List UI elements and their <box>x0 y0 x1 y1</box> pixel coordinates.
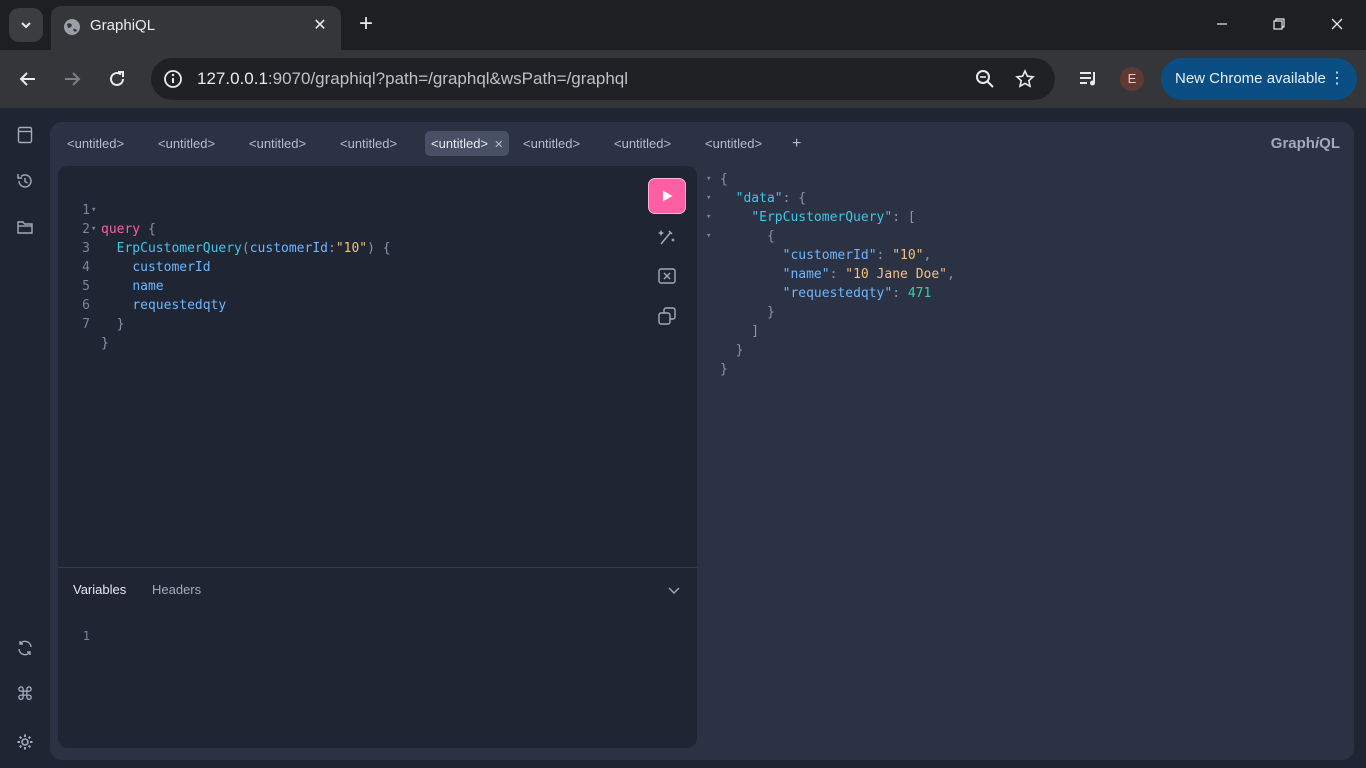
code-line: 1 ▾ query { <box>82 203 156 237</box>
copy-icon <box>658 307 676 325</box>
graphiql-sessions: <untitled> <untitled> <untitled> <untitl… <box>50 122 1354 760</box>
code-line: 6 } <box>82 298 125 332</box>
tab-headers[interactable]: Headers <box>152 582 201 597</box>
chevron-down-icon[interactable] <box>666 582 682 598</box>
back-button[interactable] <box>15 66 41 92</box>
copy-query-button[interactable] <box>657 306 677 326</box>
graphiql-app: ⌘ <untitled> <untitled> <untitled> <unti… <box>0 108 1366 768</box>
zoom-icon[interactable] <box>975 69 995 89</box>
address-bar[interactable]: 127.0.0.1:9070/graphiql?path=/graphql&ws… <box>151 58 1055 100</box>
result-line: ] <box>720 324 760 339</box>
arrow-left-icon <box>19 72 35 86</box>
code-line: 3 customerId <box>82 241 211 275</box>
result-line: "requestedqty": 471 <box>782 286 932 301</box>
result-viewer: ▾{ ▾ "data": { ▾ "ErpCustomerQuery": [ ▾… <box>706 166 1346 748</box>
url-text: 127.0.0.1:9070/graphiql?path=/graphql&ws… <box>197 69 629 88</box>
merge-fragments-button[interactable] <box>657 266 677 286</box>
prettify-button[interactable] <box>657 227 677 247</box>
result-line: ▾ { <box>706 229 775 244</box>
more-vert-icon[interactable]: ⋮ <box>1329 69 1345 89</box>
refresh-icon[interactable] <box>15 638 35 658</box>
query-editor-panel: 1 ▾ query { 2 ▾ ErpCustomerQuery(customerI… <box>58 166 697 748</box>
close-tab-icon[interactable]: ✕ <box>494 139 503 151</box>
history-icon[interactable] <box>15 171 35 191</box>
graphiql-sidebar: ⌘ <box>0 108 50 768</box>
tab-untitled-1[interactable]: <untitled> <box>61 131 130 156</box>
bookmark-star-icon[interactable] <box>1015 69 1035 89</box>
playlist-icon <box>1080 72 1095 86</box>
minimize-button[interactable] <box>1210 12 1234 36</box>
media-controls-button[interactable] <box>1076 66 1102 92</box>
prettify-icon <box>658 230 675 245</box>
docs-icon[interactable] <box>15 125 35 145</box>
query-tabs: <untitled> <untitled> <untitled> <untitl… <box>50 122 1354 166</box>
folder-icon[interactable] <box>15 217 35 237</box>
close-tab-icon[interactable]: ✕ <box>311 17 329 35</box>
code-line: 4 name <box>82 260 164 294</box>
result-line: "customerId": "10", <box>782 248 932 263</box>
browser-toolbar: 127.0.0.1:9070/graphiql?path=/graphql&ws… <box>0 50 1366 108</box>
execute-query-button[interactable] <box>648 178 686 214</box>
new-chrome-available-button[interactable]: New Chrome available ⋮ <box>1161 58 1357 100</box>
tab-untitled-3[interactable]: <untitled> <box>243 131 312 156</box>
result-line: ▾ "ErpCustomerQuery": [ <box>706 210 916 225</box>
gear-icon[interactable] <box>15 732 35 752</box>
code-line: 5 requestedqty <box>82 279 227 313</box>
tab-untitled-8[interactable]: <untitled> <box>699 131 768 156</box>
merge-icon <box>658 268 676 284</box>
chevron-down-icon <box>21 22 31 29</box>
variables-line-number: 1 <box>82 629 90 643</box>
restore-icon <box>1273 18 1285 30</box>
globe-icon <box>64 19 80 35</box>
close-icon <box>1331 18 1343 30</box>
add-tab-button[interactable]: + <box>792 131 801 156</box>
arrow-right-icon <box>65 72 81 86</box>
browser-titlebar: GraphiQL ✕ + <box>0 0 1366 50</box>
minimize-icon <box>1217 23 1227 25</box>
result-line: } <box>720 362 728 377</box>
play-icon <box>663 190 673 202</box>
reload-button[interactable] <box>104 66 130 92</box>
tab-untitled-7[interactable]: <untitled> <box>608 131 677 156</box>
update-label: New Chrome available <box>1175 70 1326 87</box>
tab-variables[interactable]: Variables <box>73 582 126 597</box>
reload-icon <box>110 71 124 86</box>
query-editor[interactable]: 1 ▾ query { 2 ▾ ErpCustomerQuery(customerI… <box>58 182 638 351</box>
command-icon[interactable]: ⌘ <box>15 685 35 705</box>
browser-tab-title: GraphiQL <box>90 17 156 34</box>
new-tab-button[interactable]: + <box>352 10 380 38</box>
editor-divider <box>58 567 697 568</box>
result-line: } <box>720 305 775 320</box>
result-line: ▾ "data": { <box>706 191 807 206</box>
result-line: "name": "10 Jane Doe", <box>782 267 955 282</box>
graphiql-logo: GraphiQL <box>1270 135 1340 152</box>
profile-avatar[interactable]: E <box>1120 67 1144 91</box>
close-window-button[interactable] <box>1325 12 1349 36</box>
tab-untitled-5-active[interactable]: <untitled> ✕ <box>425 131 510 156</box>
result-line: } <box>720 343 744 358</box>
tab-untitled-6[interactable]: <untitled> <box>517 131 586 156</box>
site-info-icon[interactable] <box>163 69 183 89</box>
forward-button[interactable] <box>59 66 85 92</box>
code-line: 2 ▾ ErpCustomerQuery(customerId:"10") { <box>82 222 391 256</box>
tab-search-button[interactable] <box>9 8 43 42</box>
result-line: ▾{ <box>706 172 728 187</box>
tab-untitled-2[interactable]: <untitled> <box>152 131 221 156</box>
tab-untitled-4[interactable]: <untitled> <box>334 131 403 156</box>
code-line: 7 } <box>82 317 109 351</box>
browser-tab-graphiql[interactable]: GraphiQL ✕ <box>51 6 341 50</box>
restore-button[interactable] <box>1267 12 1291 36</box>
